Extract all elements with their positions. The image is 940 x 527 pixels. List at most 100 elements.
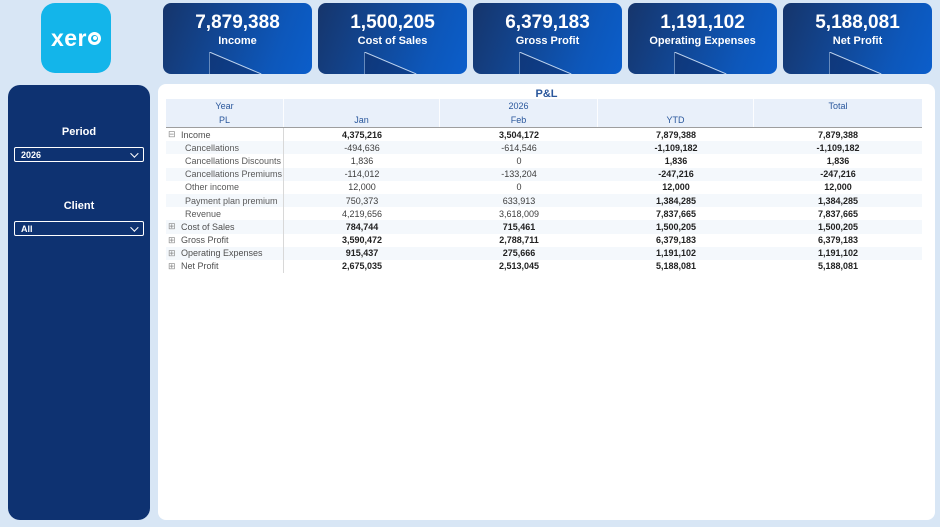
table-row: Payment plan premium 750,373 633,913 1,384,… (166, 193, 922, 208)
row-label: Cancellations Discounts (185, 155, 282, 166)
cell-jan: -114,012 (344, 169, 380, 180)
pl-matrix-header: Year 2026 Total PL Jan Feb YTD (166, 99, 922, 128)
row-header: Cancellations (166, 141, 284, 155)
row-label: Income (181, 129, 211, 140)
cell-total: 7,879,388 (817, 129, 859, 140)
cell-ytd: 5,188,081 (655, 261, 697, 272)
cell-feb: 3,504,172 (498, 129, 540, 140)
row-label: Gross Profit (181, 235, 229, 246)
kpi-value: 1,191,102 (660, 12, 745, 33)
pl-table-body: ⊟ Income 4,375,216 3,504,172 7,879,388 7,879,… (166, 128, 922, 274)
cell-jan: 4,219,656 (341, 208, 383, 219)
cell-total: 1,191,102 (817, 248, 859, 259)
cell-total: 1,384,285 (817, 195, 859, 206)
trend-sparkline-icon (208, 52, 261, 74)
header-empty (598, 99, 754, 113)
expand-icon[interactable]: ⊞ (168, 248, 181, 258)
cell-feb: 2,788,711 (499, 235, 539, 246)
cell-jan: 4,375,216 (341, 129, 383, 140)
trend-sparkline-icon (518, 52, 571, 74)
cell-ytd: 7,837,665 (655, 208, 697, 219)
row-label: Cancellations Premiums (185, 169, 283, 180)
table-row: ⊞ Cost of Sales 784,744 715,461 1,500,205 1,5… (166, 220, 922, 234)
kpi-value: 5,188,081 (815, 12, 900, 33)
kpi-label: Operating Expenses (649, 35, 756, 47)
cell-feb: 0 (516, 182, 522, 193)
table-row: Cancellations Premiums -114,012 -133,204 -2… (166, 167, 922, 181)
expand-icon[interactable]: ⊞ (168, 222, 181, 231)
trend-sparkline-icon (673, 52, 726, 74)
collapse-icon[interactable]: ⊟ (168, 130, 181, 139)
ytd-header: YTD (598, 113, 754, 127)
cell-ytd: 12,000 (662, 182, 690, 193)
kpi-value: 6,379,183 (505, 12, 590, 33)
cell-feb: 3,618,009 (498, 208, 540, 219)
kpi-card-row: 7,879,388 Income 1,500,205 Cost of Sales… (163, 3, 932, 74)
cell-ytd: 6,379,183 (655, 235, 697, 246)
table-row: ⊞ Gross Profit 3,590,472 2,788,711 6,379,183… (166, 233, 922, 247)
total-header: Total (828, 101, 848, 111)
kpi-card-net-profit: 5,188,081 Net Profit (783, 3, 932, 74)
row-header: Cancellations Premiums (166, 167, 284, 181)
cell-ytd: -247,216 (658, 169, 694, 180)
cell-jan: 784,744 (345, 221, 379, 232)
month-header-feb: Feb (440, 113, 598, 127)
cell-total: -1,109,182 (816, 142, 860, 153)
cell-jan: -494,636 (344, 142, 380, 153)
expand-icon[interactable]: ⊞ (168, 235, 181, 245)
row-header: ⊞ Net Profit (166, 259, 284, 274)
client-dropdown[interactable]: All (14, 221, 144, 236)
cell-total: 1,500,205 (817, 221, 859, 232)
cell-feb: 633,913 (502, 195, 536, 206)
period-dropdown[interactable]: 2026 (14, 147, 144, 162)
kpi-card-operating-expenses: 1,191,102 Operating Expenses (628, 3, 777, 74)
cell-jan: 2,675,035 (341, 261, 383, 272)
kpi-label: Net Profit (832, 35, 883, 47)
table-row: Cancellations Discounts 1,836 0 1,836 1,836 (166, 154, 922, 168)
cell-feb: 715,461 (502, 221, 536, 232)
cell-ytd: 1,191,102 (655, 248, 697, 259)
kpi-card-cost-of-sales: 1,500,205 Cost of Sales (318, 3, 467, 74)
cell-total: 6,379,183 (817, 235, 859, 246)
cell-ytd: -1,109,182 (654, 142, 698, 153)
header-empty (284, 99, 440, 113)
row-header: ⊞ Cost of Sales (166, 220, 284, 234)
pl-title: P&L (535, 88, 558, 100)
table-row: ⊞ Operating Expenses 915,437 275,666 1,191,1… (166, 246, 922, 260)
cell-jan: 12,000 (348, 182, 376, 193)
row-label: Cancellations (185, 142, 240, 153)
kpi-label: Income (218, 35, 257, 47)
xero-logo-o-icon (88, 31, 102, 45)
chevron-down-icon (130, 222, 139, 232)
cell-total: 1,836 (826, 155, 850, 166)
period-filter-label: Period (61, 126, 97, 138)
filter-sidebar: Period 2026 Client All (8, 85, 150, 520)
cell-ytd: 1,836 (664, 155, 688, 166)
row-header: Payment plan premium (166, 193, 284, 208)
kpi-card-income: 7,879,388 Income (163, 3, 312, 74)
kpi-value: 7,879,388 (195, 12, 280, 33)
row-header: ⊞ Gross Profit (166, 233, 284, 247)
column-group-header: Year (166, 99, 284, 113)
trend-sparkline-icon (828, 52, 881, 74)
row-header: ⊟ Income (166, 128, 284, 142)
expand-icon[interactable]: ⊞ (168, 261, 181, 271)
cell-feb: 0 (516, 155, 522, 166)
row-label: Revenue (185, 208, 222, 219)
client-filter-label: Client (63, 200, 95, 212)
kpi-label: Cost of Sales (357, 35, 428, 47)
kpi-label: Gross Profit (515, 35, 580, 47)
row-header: Revenue (166, 207, 284, 221)
row-label: Payment plan premium (185, 195, 278, 206)
xero-logo-text: xer (51, 25, 102, 52)
chevron-down-icon (130, 148, 139, 158)
row-label: Cost of Sales (181, 221, 235, 232)
cell-total: 12,000 (824, 182, 852, 193)
header-row-1: Year 2026 Total (166, 99, 922, 113)
cell-jan: 3,590,472 (341, 235, 383, 246)
table-row: Cancellations -494,636 -614,546 -1,109,182 -… (166, 141, 922, 155)
row-label: Other income (185, 182, 240, 193)
cell-feb: 2,513,045 (498, 261, 540, 272)
cell-total: -247,216 (820, 169, 856, 180)
kpi-value: 1,500,205 (350, 12, 435, 33)
